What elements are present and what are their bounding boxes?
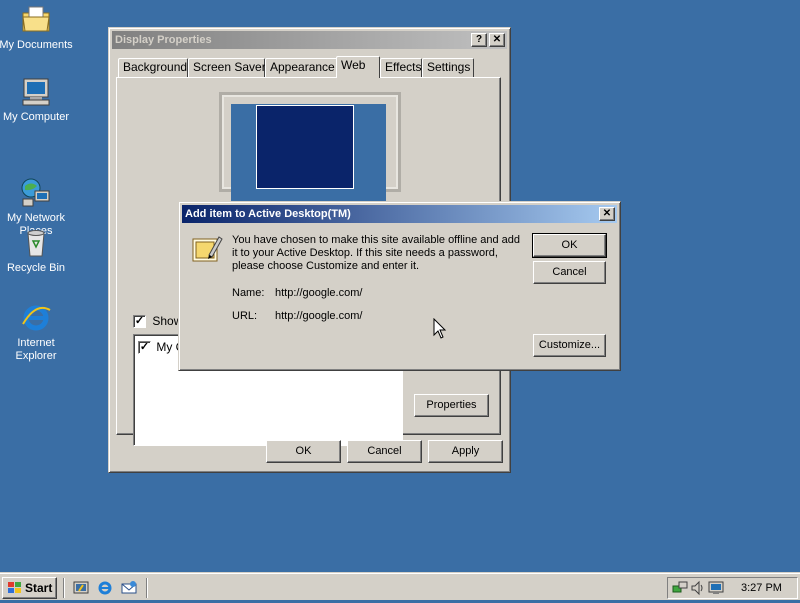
dialog-titlebar[interactable]: Add item to Active Desktop(TM) ✕ [182,205,617,223]
computer-icon [20,76,52,108]
properties-button[interactable]: Properties [414,394,489,417]
cancel-button[interactable]: Cancel [347,440,422,463]
start-button[interactable]: Start [2,577,57,599]
tab-effects[interactable]: Effects [380,58,422,77]
add-to-active-desktop-dialog: Add item to Active Desktop(TM) ✕ You hav… [178,201,621,371]
windows-logo-icon [7,581,23,595]
dialog-cancel-button[interactable]: Cancel [533,261,606,284]
volume-icon[interactable] [690,580,706,596]
recycle-bin-icon [20,227,52,259]
mouse-cursor-icon [433,317,447,340]
tab-settings[interactable]: Settings [422,58,474,77]
internet-explorer-icon[interactable] [97,580,113,596]
tab-screen-saver[interactable]: Screen Saver [188,58,266,77]
desktop-icon-my-documents[interactable]: My Documents [0,4,74,52]
tab-background[interactable]: Background [118,58,188,77]
show-desktop-icon[interactable] [73,580,89,596]
name-label: Name: [232,287,265,299]
desktop-icon-internet-explorer[interactable]: Internet Explorer [0,302,74,363]
window-title: Display Properties [115,34,212,46]
outlook-express-icon[interactable] [121,580,137,596]
clock[interactable]: 3:27 PM [741,578,782,598]
system-tray: 3:27 PM [667,577,798,599]
monitor-preview [219,92,401,204]
desktop-icon-label: Internet Explorer [15,337,57,362]
desktop-icon-label: My Documents [0,39,73,51]
folder-documents-icon [20,4,52,36]
start-label: Start [25,581,53,595]
list-item-checkbox[interactable]: ✓ [138,341,151,355]
desktop-icon-recycle-bin[interactable]: Recycle Bin [0,227,74,275]
help-button[interactable]: ? [471,33,487,47]
tab-appearance[interactable]: Appearance [265,58,338,77]
tab-web[interactable]: Web [336,56,380,78]
apply-button[interactable]: Apply [428,440,503,463]
taskbar-separator [63,578,65,598]
desktop-icon-label: Recycle Bin [6,262,66,274]
close-button[interactable]: ✕ [489,33,505,47]
url-value: http://google.com/ [275,310,363,322]
customize-button[interactable]: Customize... [533,334,606,357]
dialog-close-button[interactable]: ✕ [599,207,615,221]
active-desktop-icon [191,233,223,265]
preview-item [256,105,354,189]
internet-explorer-icon [20,302,52,334]
monitor-screen [231,104,386,204]
display-tray-icon[interactable] [708,580,724,596]
taskbar: Start 3:27 PM [0,572,800,600]
ok-button[interactable]: OK [266,440,341,463]
display-properties-titlebar[interactable]: Display Properties ? ✕ [112,31,507,49]
desktop-icon-label: My Computer [2,111,70,123]
network-icon [20,164,52,207]
dialog-ok-button[interactable]: OK [532,233,607,258]
taskbar-separator [146,578,148,598]
name-value: http://google.com/ [275,287,363,299]
show-web-content-row: ✓ Show [133,314,182,329]
url-label: URL: [232,310,258,322]
dialog-title: Add item to Active Desktop(TM) [185,208,351,220]
show-checkbox[interactable]: ✓ [133,315,146,329]
desktop-icon-my-computer[interactable]: My Computer [0,76,74,124]
network-tray-icon[interactable] [672,580,688,596]
dialog-message: You have chosen to make this site availa… [232,234,521,272]
